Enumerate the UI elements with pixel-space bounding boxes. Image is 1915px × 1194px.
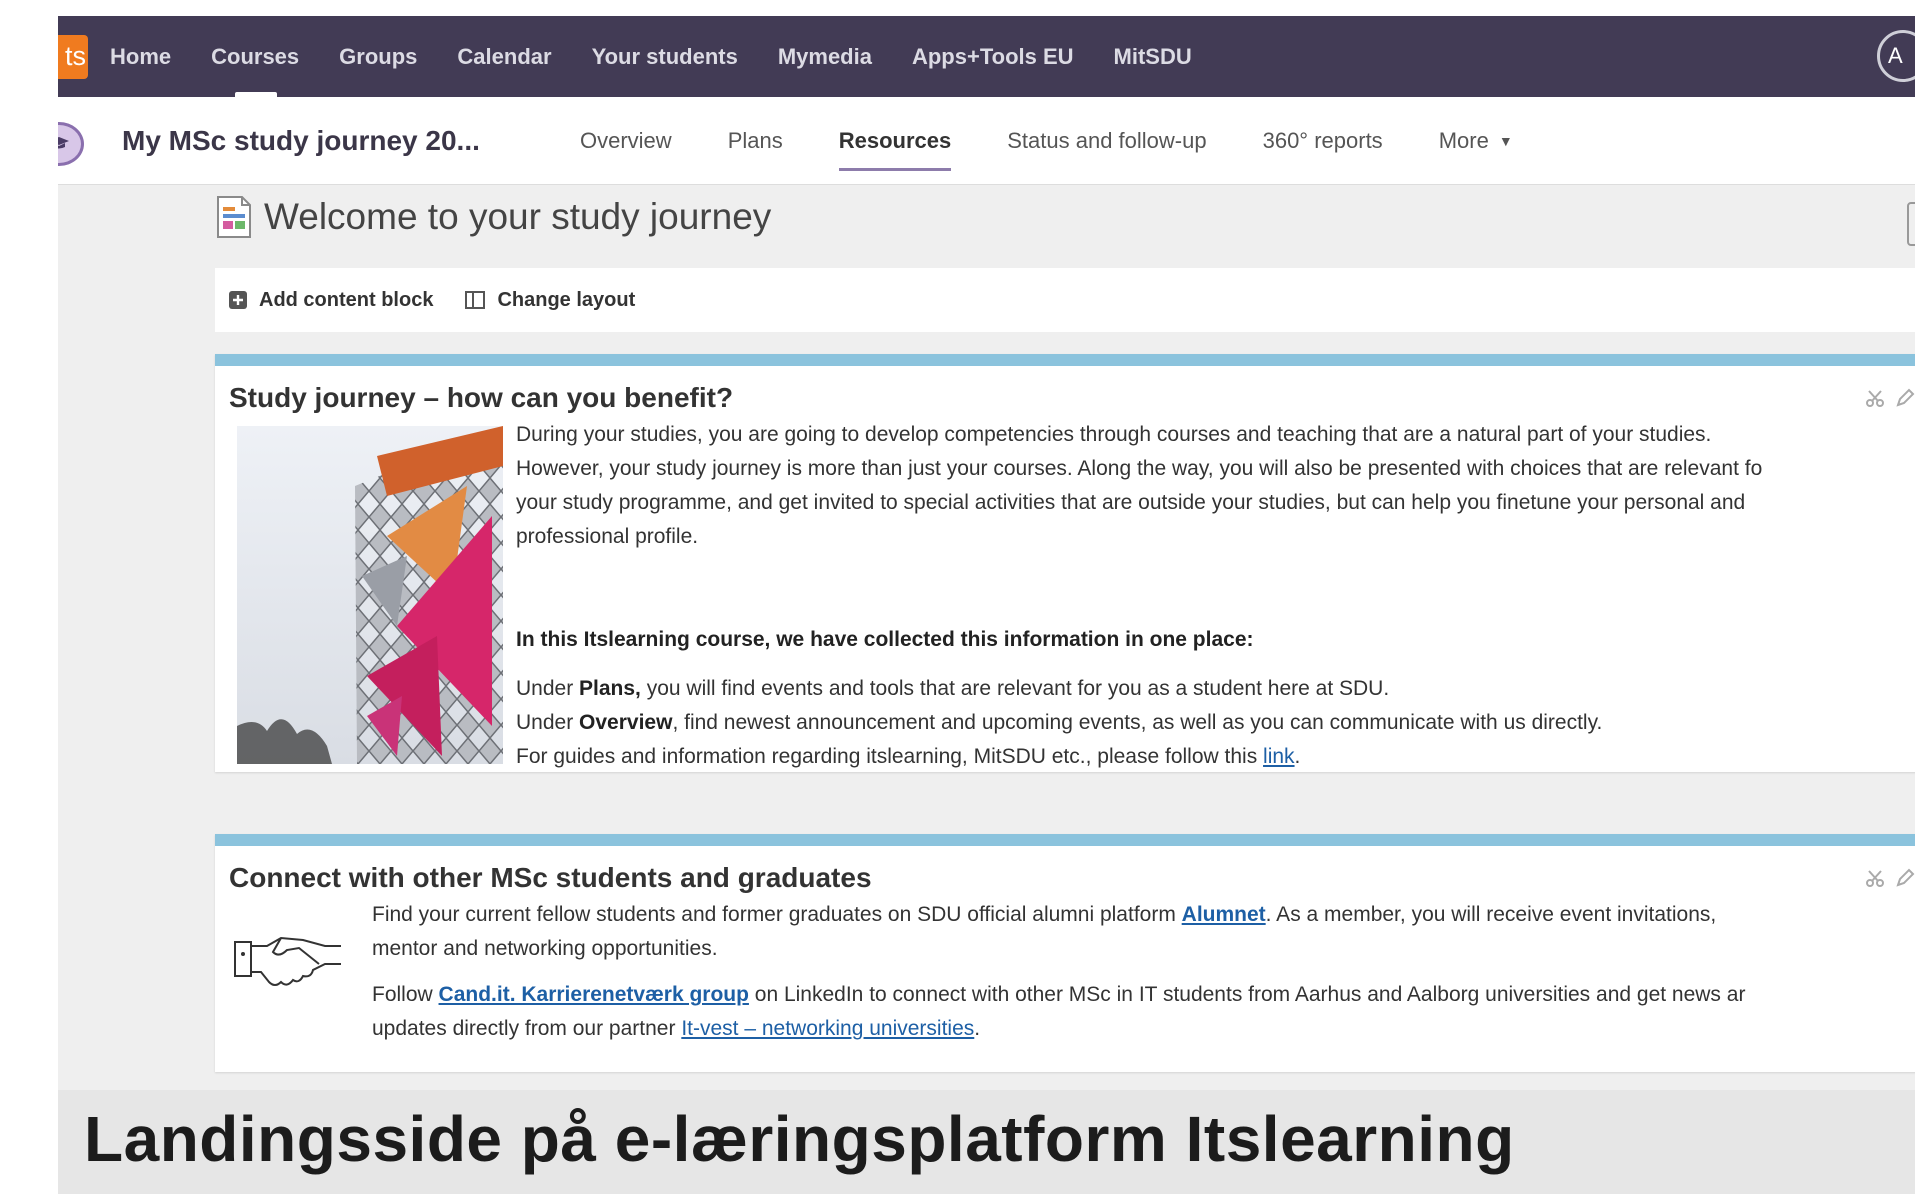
nav-courses[interactable]: Courses <box>211 16 299 97</box>
page-title: Welcome to your study journey <box>264 196 772 237</box>
plans-line: Under Plans, you will find events and to… <box>516 672 1602 706</box>
itslearning-window: ts Home Courses Groups Calendar Your stu… <box>58 16 1915 1194</box>
tab-plans[interactable]: Plans <box>728 97 783 185</box>
text-span: , find newest announcement and upcoming … <box>672 711 1603 734</box>
add-content-block-label: Add content block <box>259 288 434 311</box>
tab-more[interactable]: More ▼ <box>1439 97 1513 185</box>
nav-calendar[interactable]: Calendar <box>457 16 551 97</box>
block1-subheading: In this Itslearning course, we have coll… <box>516 628 1254 651</box>
change-layout-label: Change layout <box>497 288 636 311</box>
course-tabs: Overview Plans Resources Status and foll… <box>580 97 1569 185</box>
alumnet-line: Find your current fellow students and fo… <box>372 898 1745 932</box>
block-tools <box>1865 868 1915 888</box>
text-span: For guides and information regarding its… <box>516 745 1264 768</box>
top-navigation: ts Home Courses Groups Calendar Your stu… <box>58 16 1915 97</box>
itslearning-logo[interactable]: ts <box>58 34 88 79</box>
profile-avatar[interactable]: A <box>1877 30 1915 82</box>
add-content-block-button[interactable]: Add content block <box>229 289 433 312</box>
guides-line: For guides and information regarding its… <box>516 740 1602 774</box>
tab-status-follow-up[interactable]: Status and follow-up <box>1007 97 1206 185</box>
text-span: Find your current fellow students and fo… <box>372 903 1182 926</box>
tab-resources[interactable]: Resources <box>838 97 951 185</box>
plans-bold: Plans, <box>579 677 641 700</box>
overview-bold: Overview <box>579 711 673 734</box>
text-span: . As a member, you will receive event in… <box>1265 903 1717 926</box>
text-span: on LinkedIn to connect with other MSc in… <box>748 983 1746 1006</box>
pencil-icon[interactable] <box>1895 388 1915 408</box>
page-heading: Welcome to your study journey <box>216 192 771 242</box>
guides-link[interactable]: link <box>1263 745 1295 768</box>
block-title: Connect with other MSc students and grad… <box>229 862 872 893</box>
scissors-icon[interactable] <box>1865 388 1885 408</box>
course-header: My MSc study journey 20... Overview Plan… <box>58 97 1915 185</box>
text-line: professional profile. <box>516 525 699 548</box>
text-span: Follow <box>372 983 439 1006</box>
building-facade-image <box>237 426 503 764</box>
text-span: Under <box>516 677 580 700</box>
nav-home[interactable]: Home <box>110 16 171 97</box>
karrierenetvaerk-link[interactable]: Cand.it. Karrierenetværk group <box>439 983 749 1006</box>
content-block-connect: Connect with other MSc students and grad… <box>215 834 1915 1072</box>
block1-intro-text: During your studies, you are going to de… <box>516 418 1762 554</box>
text-span: you will find events and tools that are … <box>640 677 1390 700</box>
course-title[interactable]: My MSc study journey 20... <box>122 97 480 185</box>
nav-mymedia[interactable]: Mymedia <box>778 16 872 97</box>
tab-overview[interactable]: Overview <box>580 97 672 185</box>
pencil-icon[interactable] <box>1895 868 1915 888</box>
it-vest-link[interactable]: It-vest – networking universities <box>681 1017 974 1040</box>
linkedin-line: Follow Cand.it. Karrierenetværk group on… <box>372 978 1745 1012</box>
content-block-study-journey: Study journey – how can you benefit? Dur… <box>215 354 1915 772</box>
text-line: However, your study journey is more than… <box>516 457 1763 480</box>
handshake-icon <box>234 936 341 986</box>
nav-groups[interactable]: Groups <box>339 16 417 97</box>
nav-your-students[interactable]: Your students <box>592 16 738 97</box>
text-line: mentor and networking opportunities. <box>372 937 718 960</box>
text-span: . <box>1294 745 1301 768</box>
nav-apps-tools[interactable]: Apps+Tools EU <box>912 16 1074 97</box>
graduation-cap-icon[interactable] <box>58 122 84 166</box>
tab-360-reports[interactable]: 360° reports <box>1263 97 1383 185</box>
content-toolbar: Add content block Change layout <box>215 268 1915 332</box>
block2-text: Find your current fellow students and fo… <box>372 898 1745 1046</box>
tab-more-label: More <box>1438 128 1489 153</box>
text-line: your study programme, and get invited to… <box>516 491 1746 514</box>
block1-info-text: Under Plans, you will find events and to… <box>516 672 1602 774</box>
text-span: Under <box>516 711 580 734</box>
change-layout-button[interactable]: Change layout <box>465 289 635 312</box>
logo-text: ts <box>64 41 86 71</box>
overview-line: Under Overview, find newest announcement… <box>516 706 1602 740</box>
text-span: . <box>974 1017 981 1040</box>
text-span: updates directly from our partner <box>372 1017 682 1040</box>
block-title: Study journey – how can you benefit? <box>229 382 734 413</box>
caption-text: Landingsside på e-læringsplatform Itslea… <box>84 1103 1515 1175</box>
block-tools <box>1865 388 1915 408</box>
partner-line: updates directly from our partner It-ves… <box>372 1012 1745 1046</box>
nav-mitsdu[interactable]: MitSDU <box>1114 16 1192 97</box>
layout-columns-icon <box>465 291 486 309</box>
scissors-icon[interactable] <box>1865 868 1885 888</box>
alumnet-link[interactable]: Alumnet <box>1182 903 1266 926</box>
text-line: During your studies, you are going to de… <box>516 423 1712 446</box>
plus-square-icon <box>229 291 247 309</box>
caption-bar: Landingsside på e-læringsplatform Itslea… <box>58 1090 1915 1194</box>
page-options-button[interactable] <box>1907 202 1915 246</box>
caret-down-icon: ▼ <box>1498 133 1513 149</box>
page-icon <box>217 196 251 238</box>
